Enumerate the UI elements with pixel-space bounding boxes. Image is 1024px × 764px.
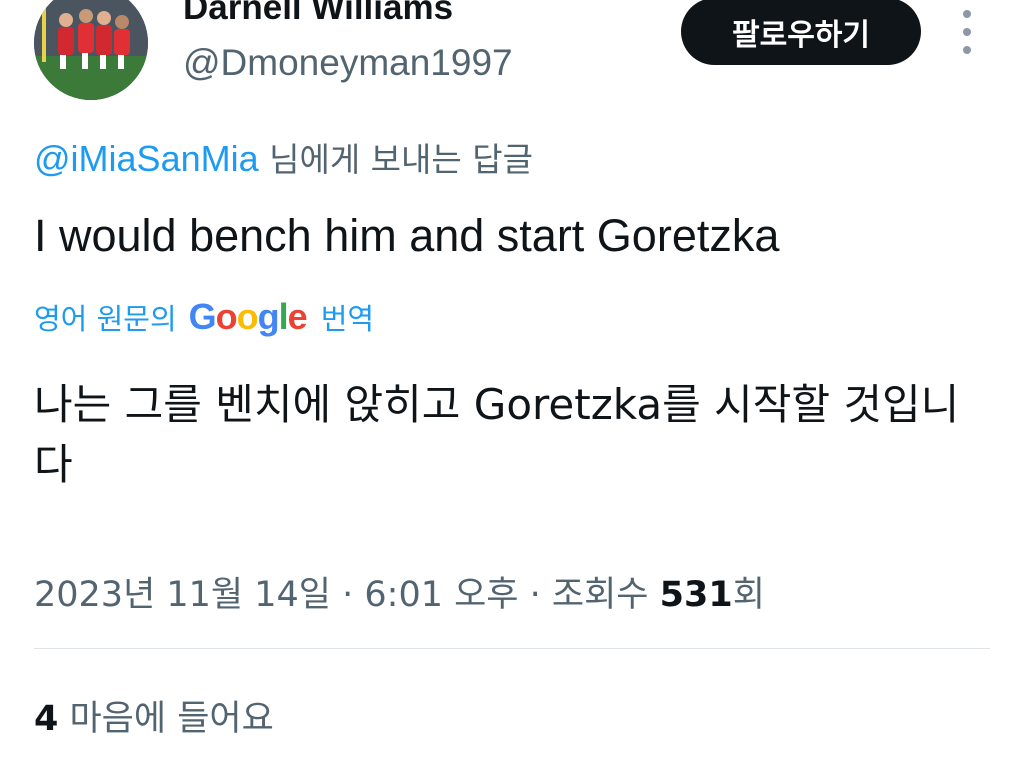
translated-text: 나는 그를 벤치에 앉히고 Goretzka를 시작할 것입니다: [34, 380, 960, 489]
likes-link[interactable]: 4 마음에 들어요: [34, 690, 274, 741]
translation-suffix: 번역: [320, 302, 375, 336]
google-logo: Google: [188, 296, 308, 337]
views-suffix: 회: [732, 575, 765, 615]
meta-separator: ·: [331, 575, 365, 615]
translation-attribution[interactable]: 영어 원문의 Google 번역: [34, 296, 374, 338]
more-vertical-icon[interactable]: [950, 10, 984, 54]
author-name[interactable]: Darnell Williams: [183, 0, 453, 28]
likes-label: 마음에 들어요: [58, 699, 274, 739]
author-handle[interactable]: @Dmoneyman1997: [183, 42, 513, 84]
likes-count: 4: [34, 699, 59, 739]
translation-prefix: 영어 원문의: [34, 302, 177, 336]
tweet-text: I would bench him and start Goretzka: [34, 210, 780, 261]
more-dot: [963, 28, 971, 36]
reply-mention-link[interactable]: @iMiaSanMia: [34, 138, 259, 179]
divider: [34, 648, 990, 649]
tweet-time[interactable]: 6:01 오후: [364, 575, 518, 615]
meta-separator: ·: [518, 575, 552, 615]
tweet-date[interactable]: 2023년 11월 14일: [34, 575, 331, 615]
avatar-image: [34, 0, 148, 100]
reply-context-label: 님에게 보내는 답글: [258, 140, 533, 179]
more-dot: [963, 10, 971, 18]
follow-button[interactable]: 팔로우하기: [681, 0, 921, 65]
avatar[interactable]: [34, 0, 148, 100]
reply-context: @iMiaSanMia 님에게 보내는 답글: [34, 133, 533, 181]
more-dot: [963, 46, 971, 54]
views-label: 조회수: [551, 575, 660, 615]
views-count: 531: [659, 575, 733, 615]
tweet-metadata: 2023년 11월 14일 · 6:01 오후 · 조회수 531회: [34, 566, 765, 617]
